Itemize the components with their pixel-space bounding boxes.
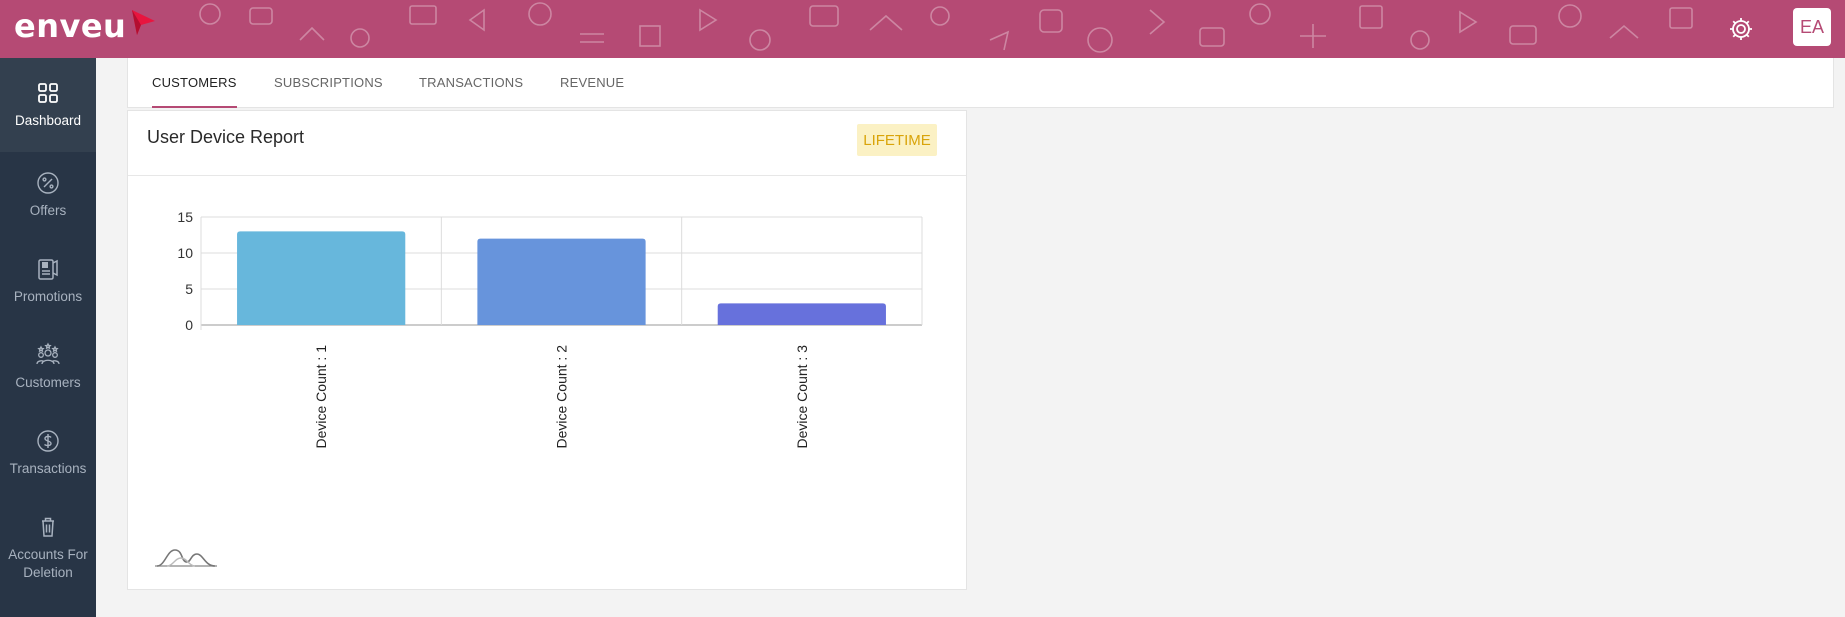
y-tick-label: 10 <box>177 245 193 261</box>
y-tick-label: 5 <box>185 281 193 297</box>
tab-customers[interactable]: CUSTOMERS <box>152 58 237 108</box>
sidebar-item-label: Promotions <box>13 289 83 304</box>
chart-watermark-logo <box>155 549 217 567</box>
sidebar-item-accounts-for-deletion[interactable]: Accounts For Deletion <box>0 514 96 582</box>
header-pattern <box>199 2 1693 53</box>
bar <box>477 238 646 325</box>
sidebar-item-label: Transactions <box>9 461 87 476</box>
top-header: enveu EA <box>0 0 1845 58</box>
x-category-label: Device Count : 3 <box>794 345 810 449</box>
enveu-logo[interactable]: enveu <box>14 6 158 46</box>
sidebar: Dashboard Offers Promotions Customers Tr… <box>0 58 96 617</box>
trash-icon <box>42 517 54 537</box>
lifetime-badge[interactable]: LIFETIME <box>857 124 937 156</box>
tab-revenue[interactable]: REVENUE <box>560 58 624 108</box>
promo-icon <box>38 259 58 280</box>
sidebar-item-customers[interactable]: Customers <box>0 342 96 392</box>
sidebar-item-transactions[interactable]: Transactions <box>0 428 96 478</box>
tab-subscriptions[interactable]: SUBSCRIPTIONS <box>274 58 383 108</box>
sidebar-item-label: Customers <box>15 375 81 390</box>
card-header: User Device Report LIFETIME <box>128 111 966 176</box>
device-count-bar-chart: 0 5 10 15 Device Count : 1 Device Count : 2 De… <box>177 209 923 449</box>
y-tick-label: 0 <box>185 317 193 333</box>
dollar-icon <box>37 430 59 452</box>
settings-gear-icon[interactable] <box>1726 14 1756 44</box>
sidebar-item-label: Dashboard <box>14 113 82 128</box>
logo-text: enveu <box>14 7 127 45</box>
bar <box>717 303 886 325</box>
x-category-label: Device Count : 2 <box>554 345 570 449</box>
sidebar-item-label: Offers <box>29 203 67 218</box>
tab-transactions[interactable]: TRANSACTIONS <box>419 58 523 108</box>
bar <box>237 231 406 325</box>
y-tick-label: 15 <box>177 209 193 225</box>
report-tabs: CUSTOMERS SUBSCRIPTIONS TRANSACTIONS REV… <box>127 58 1834 108</box>
sidebar-item-promotions[interactable]: Promotions <box>0 256 96 306</box>
sidebar-item-dashboard[interactable]: Dashboard <box>0 58 96 152</box>
logo-play-icon <box>132 10 156 35</box>
grid-icon <box>38 83 58 103</box>
x-category-label: Device Count : 1 <box>313 345 329 449</box>
card-title: User Device Report <box>147 127 305 147</box>
user-device-report-card: User Device Report LIFETIME 0 5 10 15 Device… <box>127 110 967 590</box>
user-avatar[interactable]: EA <box>1793 8 1831 46</box>
sidebar-item-offers[interactable]: Offers <box>0 170 96 220</box>
percent-icon <box>37 172 59 194</box>
sidebar-item-label: Accounts For Deletion <box>8 547 88 580</box>
customers-icon <box>36 342 60 365</box>
